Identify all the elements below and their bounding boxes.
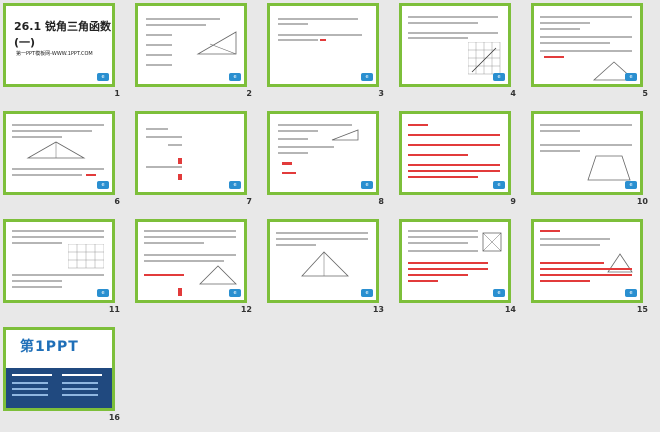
slide-number: 13 — [372, 305, 384, 314]
slide-slot[interactable]: e 14 — [396, 216, 518, 316]
slide-slot[interactable]: 第1PPT 16 — [0, 324, 122, 424]
slide-slot[interactable]: e 6 — [0, 108, 122, 208]
app-logo-icon: e — [493, 73, 505, 81]
slide-title: 26.1 锐角三角函数(一) — [14, 20, 111, 49]
slide-slot[interactable]: e 13 — [264, 216, 386, 316]
app-logo-icon: e — [97, 73, 109, 81]
slide-slot[interactable]: e 7 — [132, 108, 254, 208]
slide-thumbnail[interactable]: 26.1 锐角三角函数(一) 第一PPT模板网-WWW.1PPT.COM e — [3, 3, 115, 87]
slide-thumbnail[interactable]: e — [531, 3, 643, 87]
slide-slot[interactable]: e 15 — [528, 216, 650, 316]
triangle-figure-icon — [196, 31, 237, 55]
slide-thumbnail[interactable]: e — [399, 111, 511, 195]
slide-slot[interactable]: 26.1 锐角三角函数(一) 第一PPT模板网-WWW.1PPT.COM e 1 — [0, 0, 122, 100]
app-logo-icon: e — [229, 181, 241, 189]
slide-thumbnail[interactable]: e — [3, 111, 115, 195]
slide-slot[interactable]: e 11 — [0, 216, 122, 316]
app-logo-icon: e — [229, 289, 241, 297]
slide-slot[interactable]: e 3 — [264, 0, 386, 100]
app-logo-icon: e — [97, 289, 109, 297]
slide-number: 6 — [114, 197, 120, 206]
slide-sorter-grid: 26.1 锐角三角函数(一) 第一PPT模板网-WWW.1PPT.COM e 1… — [0, 0, 660, 432]
ad-header: 第1PPT — [6, 330, 112, 368]
slide-number: 2 — [246, 89, 252, 98]
slide-thumbnail[interactable]: e — [267, 111, 379, 195]
ad-banner — [6, 368, 112, 408]
app-logo-icon: e — [361, 289, 373, 297]
slide-number: 8 — [378, 197, 384, 206]
slide-thumbnail[interactable]: 第1PPT — [3, 327, 115, 411]
slide-slot[interactable]: e 4 — [396, 0, 518, 100]
slide-thumbnail[interactable]: e — [531, 219, 643, 303]
triangle-figure-icon — [607, 253, 633, 273]
app-logo-icon: e — [493, 181, 505, 189]
slide-thumbnail[interactable]: e — [399, 219, 511, 303]
triangle-figure-icon — [26, 141, 86, 159]
slide-number: 12 — [240, 305, 252, 314]
brand-logo: 第1PPT — [20, 339, 79, 355]
slide-slot[interactable]: e 12 — [132, 216, 254, 316]
app-logo-icon: e — [361, 181, 373, 189]
slide-thumbnail[interactable]: e — [3, 219, 115, 303]
app-logo-icon: e — [625, 73, 637, 81]
app-logo-icon: e — [229, 73, 241, 81]
slide-number: 3 — [378, 89, 384, 98]
grid-figure-icon — [68, 244, 104, 269]
app-logo-icon: e — [625, 181, 637, 189]
app-logo-icon: e — [361, 73, 373, 81]
slide-number: 15 — [636, 305, 648, 314]
triangle-figure-icon — [331, 129, 359, 141]
slide-thumbnail[interactable]: e — [267, 3, 379, 87]
slide-number: 9 — [510, 197, 516, 206]
trapezoid-figure-icon — [587, 155, 631, 181]
slide-number: 11 — [108, 305, 120, 314]
slide-thumbnail[interactable]: e — [267, 219, 379, 303]
slide-slot[interactable]: e 10 — [528, 108, 650, 208]
app-logo-icon: e — [493, 289, 505, 297]
slide-thumbnail[interactable]: e — [399, 3, 511, 87]
slide-number: 5 — [642, 89, 648, 98]
slide-slot[interactable]: e 5 — [528, 0, 650, 100]
slide-slot[interactable]: e 9 — [396, 108, 518, 208]
triangle-figure-icon — [199, 265, 237, 285]
slide-number: 7 — [246, 197, 252, 206]
slide-subtitle: 第一PPT模板网-WWW.1PPT.COM — [16, 51, 93, 57]
slide-number: 10 — [636, 197, 648, 206]
slide-number: 1 — [114, 89, 120, 98]
app-logo-icon: e — [625, 289, 637, 297]
slide-thumbnail[interactable]: e — [135, 111, 247, 195]
slide-number: 4 — [510, 89, 516, 98]
slide-slot[interactable]: e 8 — [264, 108, 386, 208]
app-logo-icon: e — [97, 181, 109, 189]
square-figure-icon — [482, 232, 502, 252]
slide-number: 14 — [504, 305, 516, 314]
slide-thumbnail[interactable]: e — [135, 219, 247, 303]
slide-number: 16 — [108, 413, 120, 422]
slide-thumbnail[interactable]: e — [135, 3, 247, 87]
slide-slot[interactable]: e 2 — [132, 0, 254, 100]
slide-thumbnail[interactable]: e — [531, 111, 643, 195]
triangle-figure-icon — [301, 251, 349, 277]
grid-figure-icon — [468, 42, 501, 75]
